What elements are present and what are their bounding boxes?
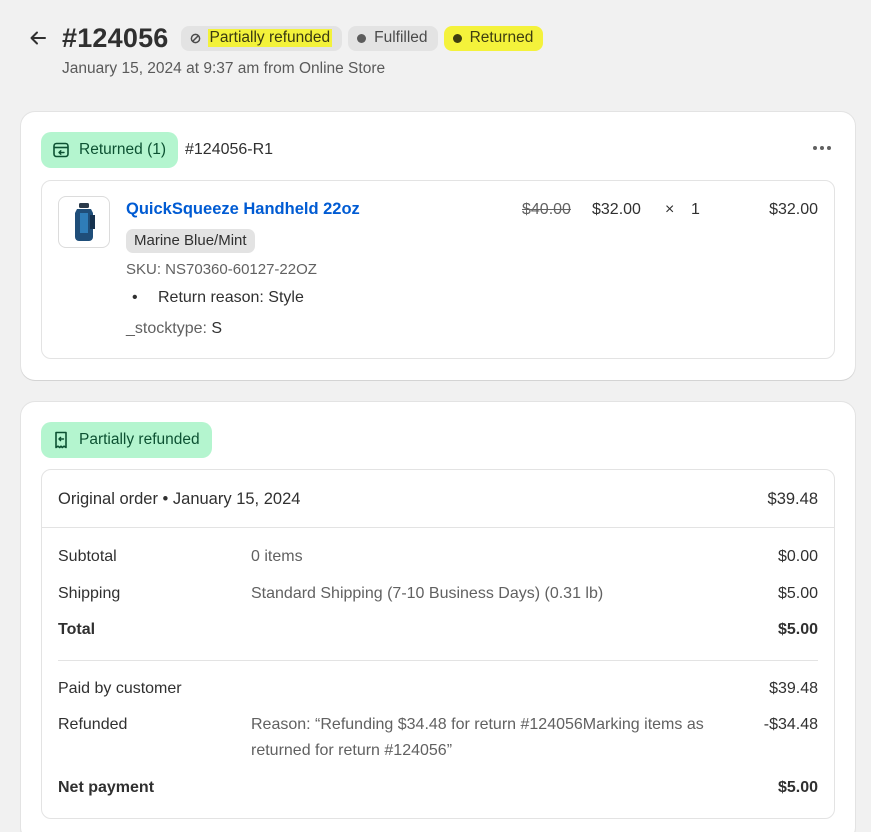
- badge-label: Fulfilled: [374, 29, 428, 46]
- line-item: QuickSqueeze Handheld 22oz Marine Blue/M…: [41, 180, 835, 359]
- refund-reason: Reason: “Refunding $34.48 for return #12…: [251, 716, 704, 759]
- total-label: Total: [58, 621, 96, 638]
- returned-status-pill: Returned (1): [41, 132, 179, 168]
- property-value: S: [211, 320, 223, 337]
- badge-label: Returned: [469, 29, 534, 46]
- badge-label: Partially refunded: [207, 29, 333, 47]
- subtotal-amount: $0.00: [777, 548, 818, 565]
- shipping-label: Shipping: [58, 585, 121, 602]
- more-actions-icon[interactable]: [809, 138, 835, 158]
- paid-amount: $39.48: [769, 680, 818, 697]
- status-dot-icon: [357, 33, 367, 43]
- original-price: $40.00: [522, 201, 571, 218]
- return-box-icon: [53, 142, 69, 158]
- product-sku: SKU: NS70360-60127-22OZ: [126, 261, 317, 278]
- returned-badge: Returned: [443, 25, 544, 51]
- product-thumbnail[interactable]: [58, 196, 110, 248]
- subtotal-label: Subtotal: [58, 548, 117, 565]
- order-date-source: January 15, 2024 at 9:37 am from Online …: [62, 60, 386, 77]
- discounted-price: $32.00: [592, 201, 641, 218]
- refund-card: Partially refunded Original order • Janu…: [21, 402, 855, 832]
- fulfilled-badge: Fulfilled: [348, 25, 438, 51]
- stocktype-property: _stocktype: S: [126, 320, 222, 338]
- partial-circle-icon: [190, 33, 200, 43]
- status-dot-icon: [452, 33, 462, 43]
- refunded-label: Refunded: [58, 716, 128, 733]
- refunded-amount: -$34.48: [763, 716, 818, 733]
- variant-badge: Marine Blue/Mint: [126, 229, 255, 253]
- partially-refunded-badge: Partially refunded: [180, 25, 343, 51]
- total-amount: $5.00: [777, 621, 818, 638]
- paid-label: Paid by customer: [58, 680, 182, 697]
- quantity: 1: [691, 201, 700, 218]
- product-name-link[interactable]: QuickSqueeze Handheld 22oz: [126, 200, 360, 219]
- order-title: #124056: [62, 22, 169, 53]
- payment-summary: Original order • January 15, 2024 $39.48…: [41, 469, 835, 819]
- original-order-label: Original order • January 15, 2024: [58, 490, 301, 508]
- receipt-refund-icon: [55, 431, 67, 449]
- returned-card: Returned (1) #124056-R1 QuickSqueeze Han…: [21, 112, 855, 380]
- return-reason: Return reason: Style: [132, 289, 304, 307]
- shipping-desc: Standard Shipping (7-10 Business Days) (…: [251, 585, 604, 602]
- return-id: #124056-R1: [185, 141, 274, 158]
- multiply-sign: ×: [665, 201, 675, 218]
- back-arrow-icon[interactable]: [24, 24, 52, 52]
- status-label: Partially refunded: [79, 431, 200, 448]
- original-order-row: Original order • January 15, 2024 $39.48: [42, 470, 834, 528]
- net-payment-label: Net payment: [58, 779, 155, 796]
- order-header: #124056 Partially refunded Fulfilled Ret…: [24, 20, 854, 78]
- bottle-icon: [75, 203, 95, 241]
- net-payment-amount: $5.00: [777, 779, 818, 796]
- partially-refunded-status-pill: Partially refunded: [41, 422, 212, 458]
- status-label: Returned (1): [79, 141, 167, 158]
- divider: [58, 660, 818, 661]
- shipping-amount: $5.00: [777, 585, 818, 602]
- property-key: _stocktype:: [126, 320, 207, 337]
- line-total: $32.00: [769, 201, 818, 218]
- subtotal-desc: 0 items: [251, 548, 303, 565]
- original-order-amount: $39.48: [767, 490, 818, 508]
